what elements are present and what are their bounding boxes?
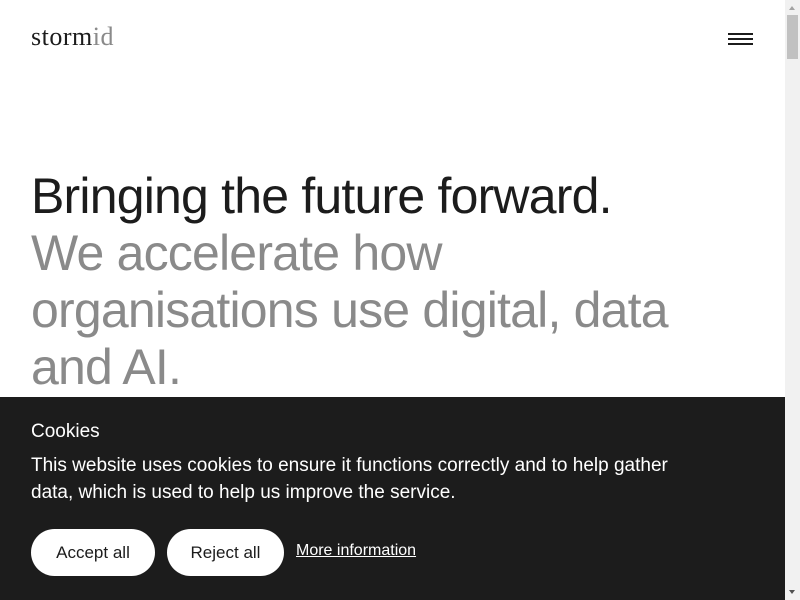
logo-text-main: storm	[31, 22, 93, 51]
menu-bar	[728, 43, 753, 45]
stormid-logo[interactable]: stormid	[31, 22, 114, 52]
logo-text-accent: id	[92, 22, 114, 51]
scroll-up-arrow-icon[interactable]	[785, 0, 800, 15]
scroll-down-arrow-icon[interactable]	[785, 585, 800, 600]
cookie-description: This website uses cookies to ensure it f…	[31, 455, 668, 503]
hero-subheadline: We accelerate how organisations use digi…	[31, 225, 669, 395]
vertical-scrollbar[interactable]	[785, 0, 800, 600]
hamburger-menu-icon[interactable]	[728, 30, 754, 48]
reject-all-button[interactable]: Reject all	[167, 529, 284, 576]
more-information-link[interactable]: More information	[296, 542, 416, 560]
scrollbar-thumb[interactable]	[787, 15, 798, 59]
menu-bar	[728, 33, 753, 35]
hero-heading: Bringing the future forward. We accelera…	[31, 168, 721, 396]
accept-all-button[interactable]: Accept all	[31, 529, 155, 576]
cookie-banner: Cookies This website uses cookies to ens…	[0, 397, 785, 600]
hero-headline: Bringing the future forward.	[31, 168, 613, 224]
site-header: stormid	[0, 0, 785, 80]
cookie-title: Cookies	[31, 421, 100, 442]
menu-bar	[728, 38, 753, 40]
